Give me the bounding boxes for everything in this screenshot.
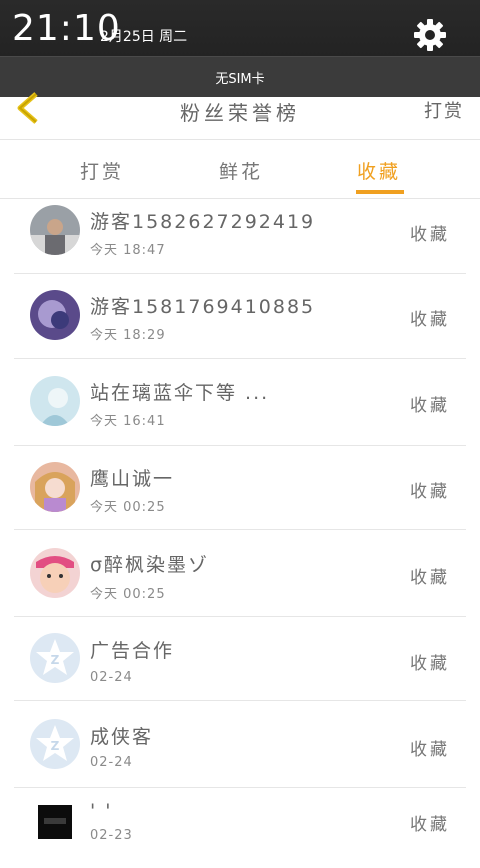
- svg-text:Z: Z: [51, 739, 60, 753]
- fan-name: 游客1581769410885: [90, 296, 316, 318]
- default-avatar-icon: Z: [30, 633, 80, 683]
- list-item[interactable]: Z 成侠客 02-24 收藏: [0, 701, 480, 788]
- list-item[interactable]: 游客1582627292419 今天 18:47 收藏: [0, 199, 480, 274]
- fan-action: 收藏: [410, 568, 450, 588]
- fan-name: 游客1582627292419: [90, 211, 316, 233]
- tab-reward[interactable]: 打赏: [80, 157, 124, 184]
- fan-name: ' ': [90, 800, 113, 822]
- fan-time: 今天 18:29: [90, 328, 166, 343]
- fan-action: 收藏: [410, 482, 450, 502]
- fan-name: 广告合作: [90, 640, 175, 662]
- fan-action: 收藏: [410, 815, 450, 835]
- active-tab-indicator: [356, 190, 404, 194]
- fan-name: 鹰山诚一: [90, 468, 175, 490]
- list-item[interactable]: ' ' 02-23 收藏: [0, 788, 480, 868]
- fan-action: 收藏: [410, 225, 450, 245]
- fan-name: 成侠客: [90, 726, 154, 748]
- fan-time: 今天 00:25: [90, 587, 166, 602]
- gear-icon[interactable]: [412, 17, 448, 53]
- tab-favorites[interactable]: 收藏: [357, 157, 401, 184]
- app-header: 粉丝荣誉榜 打赏: [0, 92, 480, 140]
- fan-time: 02-23: [90, 828, 133, 843]
- tab-flowers[interactable]: 鲜花: [219, 157, 263, 184]
- avatar: [30, 205, 80, 255]
- fan-time: 02-24: [90, 755, 133, 770]
- avatar: [30, 548, 80, 598]
- sim-bar: 无SIM卡: [0, 56, 480, 98]
- fan-name: 站在璃蓝伞下等 ...: [90, 382, 270, 404]
- status-date: 2月25日 周二: [100, 29, 188, 45]
- fan-action: 收藏: [410, 654, 450, 674]
- svg-text:Z: Z: [51, 653, 60, 667]
- sim-status: 无SIM卡: [215, 72, 265, 87]
- fan-action: 收藏: [410, 396, 450, 416]
- fan-action: 收藏: [410, 310, 450, 330]
- fan-list: 游客1582627292419 今天 18:47 收藏 游客1581769410…: [0, 199, 480, 868]
- fan-time: 02-24: [90, 670, 133, 685]
- fan-name: σ醉枫染墨ゾ: [90, 554, 210, 576]
- tab-bar: 打赏 鲜花 收藏: [0, 140, 480, 199]
- avatar: [30, 290, 80, 340]
- avatar: [38, 805, 72, 839]
- page-title: 粉丝荣誉榜: [180, 101, 300, 125]
- list-item[interactable]: 站在璃蓝伞下等 ... 今天 16:41 收藏: [0, 359, 480, 446]
- fan-action: 收藏: [410, 740, 450, 760]
- list-item[interactable]: 鹰山诚一 今天 00:25 收藏: [0, 446, 480, 530]
- avatar: [30, 376, 80, 426]
- fan-time: 今天 18:47: [90, 243, 166, 258]
- list-item[interactable]: 游客1581769410885 今天 18:29 收藏: [0, 274, 480, 359]
- status-bar: 21:10 2月25日 周二 无SIM卡: [0, 0, 480, 98]
- fan-time: 今天 16:41: [90, 414, 166, 429]
- fan-time: 今天 00:25: [90, 500, 166, 515]
- list-item[interactable]: Z 广告合作 02-24 收藏: [0, 617, 480, 701]
- list-item[interactable]: σ醉枫染墨ゾ 今天 00:25 收藏: [0, 530, 480, 617]
- default-avatar-icon: Z: [30, 719, 80, 769]
- reward-button[interactable]: 打赏: [424, 97, 464, 123]
- avatar: [30, 462, 80, 512]
